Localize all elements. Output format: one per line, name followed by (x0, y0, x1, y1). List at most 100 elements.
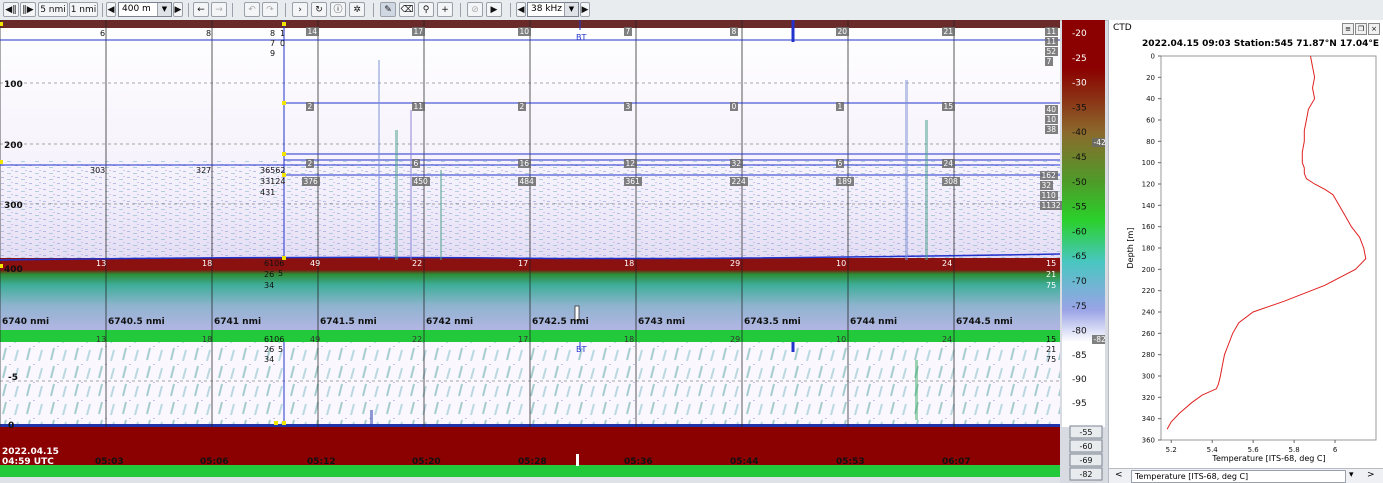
settings-gear-icon[interactable]: ✲ (349, 2, 365, 17)
layer-value: 10 (520, 27, 530, 36)
layer-value: 484 (520, 177, 535, 186)
distance-label: 6742 nmi (426, 317, 473, 327)
edge-value: 7 (1047, 57, 1052, 66)
layer-value: 224 (732, 177, 747, 186)
crosshair-plus-icon[interactable]: + (437, 2, 453, 17)
ctd-chart: 2022.04.15 09:03 Station:545 71.87°N 17.… (1126, 39, 1379, 463)
ctd-y-tick-label: 240 (1142, 309, 1155, 317)
play-icon[interactable]: › (292, 2, 308, 17)
layer-value: 2 (308, 102, 313, 111)
layer-value: 2 (520, 102, 525, 111)
bottom-track-label: BT (576, 345, 586, 354)
run-icon[interactable]: ▶ (486, 2, 502, 17)
ctd-y-tick-label: 360 (1142, 437, 1155, 445)
seabed-value-lower: 18 (624, 335, 634, 344)
layer-value: 450 (414, 177, 429, 186)
freq-prev-icon[interactable]: ◀ (516, 2, 526, 17)
ctd-y-tick-label: 140 (1142, 202, 1155, 210)
edge-value: 162 (1042, 171, 1057, 180)
scale-tick: -55 (1072, 203, 1087, 213)
scale-tick: -60 (1072, 227, 1087, 237)
distance-label: 6742.5 nmi (532, 317, 589, 327)
chevron-left-icon[interactable]: < (1115, 470, 1123, 480)
scale-marker: -42 (1094, 138, 1106, 147)
echogram-view[interactable]: 100200300400-506740 nmi 6740.5 nmi 6741 nm… (0, 20, 1105, 483)
cell-value: 7 (270, 39, 275, 48)
scale-tick: -25 (1072, 54, 1087, 64)
seabed-value: 29 (730, 259, 740, 268)
scale-tick: -35 (1072, 103, 1087, 113)
ctd-y-tick-label: 320 (1142, 394, 1155, 402)
seabed-value-lower: 24 (942, 335, 952, 344)
distance-label: 6744 nmi (850, 317, 897, 327)
scale-tick: -90 (1072, 375, 1087, 385)
seabed-value: 24 (942, 259, 952, 268)
scale-box-label: -55 (1079, 428, 1092, 437)
ctd-x-tick-label: 5.2 (1166, 446, 1177, 454)
seabed-value-lower: 22 (412, 335, 422, 344)
freq-next-icon[interactable]: ▶ (580, 2, 590, 17)
cell-value: 1 (280, 29, 285, 38)
undo-icon[interactable]: ↶ (244, 2, 260, 17)
edge-seabed-value: 15 (1046, 259, 1056, 268)
ctd-y-tick-label: 40 (1146, 95, 1155, 103)
frequency-value: 38 kHz (531, 4, 563, 14)
frequency-dropdown[interactable]: 38 kHz ▼ (527, 2, 579, 17)
bottom-track-label: BT (576, 33, 586, 42)
cell-value: 36562 (260, 166, 285, 175)
ctd-y-tick-label: 220 (1142, 287, 1155, 295)
layer-value: 8 (732, 27, 737, 36)
ctd-y-tick-label: 300 (1142, 373, 1155, 381)
arrow-right-icon[interactable]: → (211, 2, 227, 17)
distance-label: 6743.5 nmi (744, 317, 801, 327)
depth-tick-upper: 100 (4, 80, 23, 90)
cell-value: 6106 (264, 259, 284, 268)
ctd-variable-selector[interactable]: < Temperature [ITS-68, deg C] ▾ > (1109, 468, 1383, 483)
redo-icon[interactable]: ↷ (262, 2, 278, 17)
cell-value: 0 (280, 39, 285, 48)
ctd-y-tick-label: 260 (1142, 330, 1155, 338)
stop-icon[interactable]: ⊘ (467, 2, 483, 17)
scale-tick: -45 (1072, 153, 1087, 163)
zoom-5nmi-button[interactable]: 5 nmi (38, 2, 68, 17)
ctd-y-tick-label: 280 (1142, 351, 1155, 359)
zoom-search-icon[interactable]: ⚲ (418, 2, 434, 17)
layer-value: 11 (414, 102, 424, 111)
scale-tick: -80 (1072, 327, 1087, 337)
refresh-icon[interactable]: ↻ (311, 2, 327, 17)
step-back-icon[interactable]: ◀‖ (3, 2, 19, 17)
seabed-value: 17 (518, 259, 528, 268)
eraser-icon[interactable]: ⌫ (399, 2, 415, 17)
layer-value: 2 (308, 159, 313, 168)
time-label: 05:44 (730, 457, 759, 467)
range-dropdown[interactable]: 400 m ▼ (118, 2, 172, 17)
ctd-y-tick-label: 0 (1151, 53, 1155, 61)
time-label: 05:06 (200, 457, 229, 467)
zoom-1nmi-button[interactable]: 1 nmi (69, 2, 98, 17)
range-prev-icon[interactable]: ◀ (106, 2, 116, 17)
ctd-x-tick-label: 6 (1333, 446, 1338, 454)
scale-box-label: -60 (1079, 442, 1092, 451)
step-forward-icon[interactable]: ‖▶ (20, 2, 36, 17)
distance-label: 6741.5 nmi (320, 317, 377, 327)
time-label: 05:03 (95, 457, 124, 467)
edge-seabed-value-lower: 75 (1046, 355, 1056, 364)
range-next-icon[interactable]: ▶ (173, 2, 183, 17)
cell-value-lower: 5 (278, 345, 283, 354)
cell-value-lower: 34 (264, 355, 274, 364)
info-icon[interactable]: ⓘ (330, 2, 346, 17)
depth-tick-upper: 400 (4, 265, 23, 275)
chevron-down-icon[interactable]: ▾ (1349, 470, 1354, 480)
layer-value: 20 (838, 27, 848, 36)
seabed-value: 22 (412, 259, 422, 268)
cell-value: 303 (90, 166, 105, 175)
cell-value: 33124 (260, 177, 285, 186)
layer-value: 32 (732, 159, 742, 168)
pencil-icon[interactable]: ✎ (380, 2, 396, 17)
ctd-variable-value: Temperature [ITS-68, deg C] (1131, 470, 1346, 483)
cell-value-lower: 6106 (264, 335, 284, 344)
arrow-left-icon[interactable]: ← (193, 2, 209, 17)
edge-seabed-value: 75 (1046, 281, 1056, 290)
ctd-y-tick-label: 20 (1146, 74, 1155, 82)
chevron-right-icon[interactable]: > (1367, 470, 1375, 480)
